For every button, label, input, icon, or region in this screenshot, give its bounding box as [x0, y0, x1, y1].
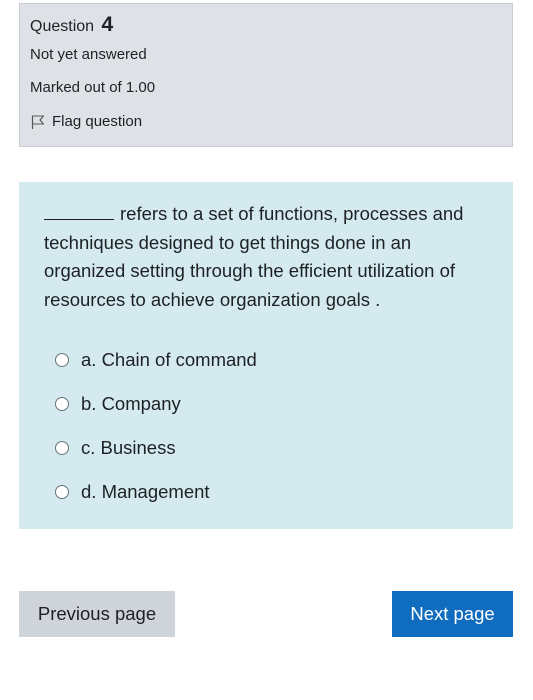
next-page-button[interactable]: Next page: [392, 591, 513, 637]
previous-page-button[interactable]: Previous page: [19, 591, 175, 637]
answer-option-b[interactable]: b. Company: [44, 382, 488, 426]
flag-icon: [30, 114, 46, 130]
question-content: refers to a set of functions, processes …: [19, 182, 513, 529]
answer-option-a[interactable]: a. Chain of command: [44, 338, 488, 382]
answer-options: a. Chain of command b. Company c. Busine…: [44, 338, 488, 514]
question-info-panel: Question 4 Not yet answered Marked out o…: [19, 3, 513, 147]
flag-question-label: Flag question: [52, 113, 143, 130]
question-label: Question: [30, 18, 95, 35]
answer-option-label: c. Business: [81, 437, 176, 458]
flag-question-link[interactable]: Flag question: [30, 113, 502, 131]
question-number: 4: [101, 13, 114, 36]
answer-option-label: d. Management: [81, 481, 210, 502]
radio-button[interactable]: [55, 353, 69, 367]
radio-button[interactable]: [55, 485, 69, 499]
radio-button[interactable]: [55, 441, 69, 455]
question-state: Not yet answered: [30, 46, 147, 63]
radio-button[interactable]: [55, 397, 69, 411]
answer-option-label: a. Chain of command: [81, 349, 257, 370]
question-number-heading: Question 4: [30, 14, 502, 41]
fill-in-blank: [44, 205, 114, 220]
answer-option-label: b. Company: [81, 393, 181, 414]
answer-option-d[interactable]: d. Management: [44, 470, 488, 514]
question-grade: Marked out of 1.00: [30, 79, 156, 96]
question-text: refers to a set of functions, processes …: [44, 200, 488, 314]
answer-option-c[interactable]: c. Business: [44, 426, 488, 470]
